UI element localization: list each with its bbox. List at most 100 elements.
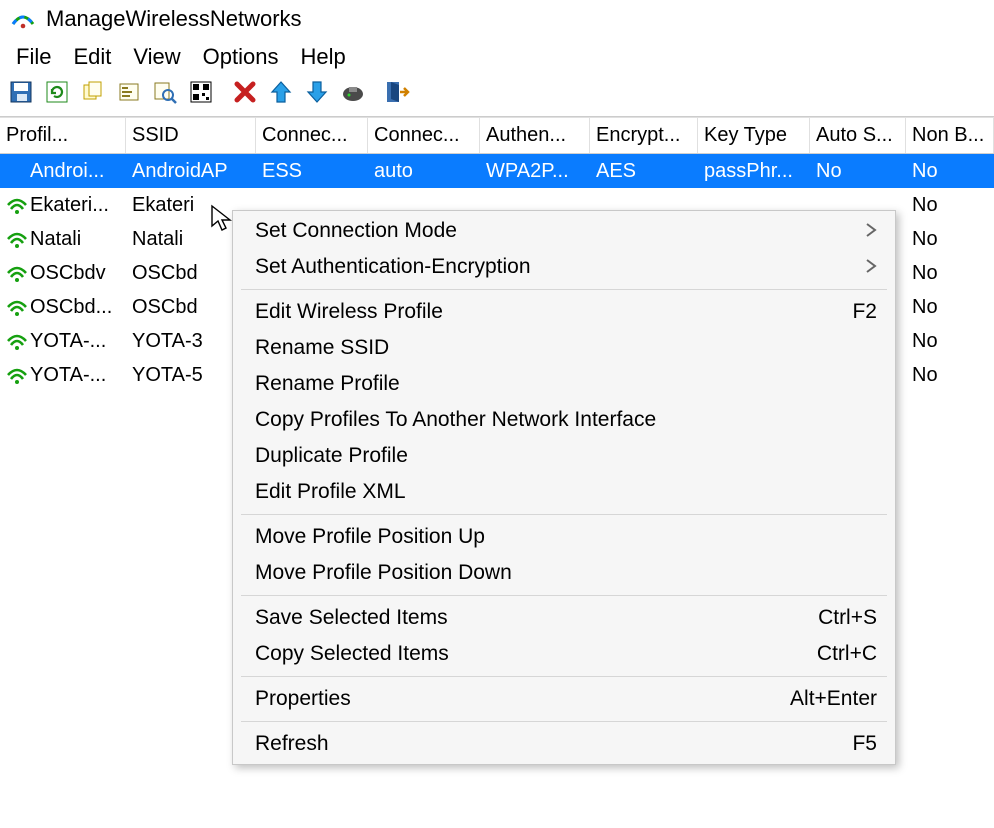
cm-rename-profile[interactable]: Rename Profile (233, 366, 895, 402)
move-down-button[interactable] (300, 78, 334, 112)
column-header[interactable]: Authen... (480, 118, 590, 153)
properties-icon (116, 79, 142, 111)
refresh-button[interactable] (40, 78, 74, 112)
cell: Ekateri... (0, 192, 126, 219)
cm-move-profile-position-down[interactable]: Move Profile Position Down (233, 555, 895, 591)
cell: No (906, 328, 994, 355)
cell-text: OSCbd... (30, 296, 112, 318)
cm-set-connection-mode[interactable]: Set Connection Mode (233, 213, 895, 249)
connect-button[interactable] (336, 78, 370, 112)
find-button[interactable] (148, 78, 182, 112)
cell-text: YOTA-3 (132, 330, 203, 352)
cell: Androi... (0, 158, 126, 185)
context-menu-separator (241, 289, 887, 290)
cell-text: Ekateri (132, 194, 194, 216)
context-menu-separator (241, 514, 887, 515)
move-up-icon (268, 79, 294, 111)
cell-text: No (912, 228, 938, 250)
cell (810, 203, 906, 207)
delete-button[interactable] (228, 78, 262, 112)
cell (698, 203, 810, 207)
refresh-icon (44, 79, 70, 111)
column-header[interactable]: Auto S... (810, 118, 906, 153)
cell-text: No (912, 262, 938, 284)
context-menu-label: Set Authentication-Encryption (255, 255, 865, 279)
cm-copy-profiles-to-another-network-interface[interactable]: Copy Profiles To Another Network Interfa… (233, 402, 895, 438)
cell-text: Natali (30, 228, 81, 250)
qr-button[interactable] (184, 78, 218, 112)
cm-duplicate-profile[interactable]: Duplicate Profile (233, 438, 895, 474)
cell: Natali (0, 226, 126, 253)
chevron-right-icon (865, 257, 877, 278)
wifi-icon (6, 194, 30, 216)
column-header[interactable]: Connec... (368, 118, 480, 153)
cell-text: No (912, 330, 938, 352)
cm-refresh[interactable]: RefreshF5 (233, 726, 895, 762)
cm-save-selected-items[interactable]: Save Selected ItemsCtrl+S (233, 600, 895, 636)
app-icon (10, 6, 36, 32)
column-header[interactable]: Non B... (906, 118, 994, 153)
menu-file[interactable]: File (6, 42, 61, 72)
cm-edit-profile-xml[interactable]: Edit Profile XML (233, 474, 895, 510)
toolbar (0, 76, 994, 117)
cm-move-profile-position-up[interactable]: Move Profile Position Up (233, 519, 895, 555)
cell: No (906, 226, 994, 253)
connect-icon (340, 79, 366, 111)
context-menu-separator (241, 595, 887, 596)
cell (368, 203, 480, 207)
cell: OSCbdv (0, 260, 126, 287)
properties-button[interactable] (112, 78, 146, 112)
exit-button[interactable] (380, 78, 414, 112)
cell: No (906, 294, 994, 321)
context-menu-label: Edit Wireless Profile (255, 300, 852, 324)
cm-properties[interactable]: PropertiesAlt+Enter (233, 681, 895, 717)
cell: auto (368, 158, 480, 185)
table-row[interactable]: Androi...AndroidAPESSautoWPA2P...AESpass… (0, 154, 994, 188)
cell-text: No (912, 296, 938, 318)
column-header[interactable]: Encrypt... (590, 118, 698, 153)
cell: YOTA-... (0, 328, 126, 355)
move-down-icon (304, 79, 330, 111)
cell-text: ESS (262, 160, 302, 182)
column-header[interactable]: Key Type (698, 118, 810, 153)
cell-text: No (912, 194, 938, 216)
cell: YOTA-... (0, 362, 126, 389)
delete-icon (232, 79, 258, 111)
context-menu-label: Edit Profile XML (255, 480, 877, 504)
menu-help[interactable]: Help (291, 42, 356, 72)
cm-set-authentication-encryption[interactable]: Set Authentication-Encryption (233, 249, 895, 285)
column-header[interactable]: Connec... (256, 118, 368, 153)
context-menu-label: Duplicate Profile (255, 444, 877, 468)
cell: No (810, 158, 906, 185)
context-menu-label: Refresh (255, 732, 852, 756)
save-button[interactable] (4, 78, 38, 112)
cell-text: YOTA-... (30, 330, 106, 352)
cell-text: Androi... (30, 160, 104, 182)
cell-text: AES (596, 160, 636, 182)
context-menu-accelerator: F5 (852, 732, 877, 756)
cell-text: OSCbd (132, 262, 198, 284)
cm-rename-ssid[interactable]: Rename SSID (233, 330, 895, 366)
cell: No (906, 260, 994, 287)
menu-view[interactable]: View (123, 42, 190, 72)
cm-edit-wireless-profile[interactable]: Edit Wireless ProfileF2 (233, 294, 895, 330)
copy-button[interactable] (76, 78, 110, 112)
context-menu-separator (241, 721, 887, 722)
cell: AndroidAP (126, 158, 256, 185)
context-menu-label: Set Connection Mode (255, 219, 865, 243)
column-header[interactable]: SSID (126, 118, 256, 153)
menu-edit[interactable]: Edit (63, 42, 121, 72)
context-menu-label: Move Profile Position Down (255, 561, 877, 585)
cell-text: OSCbdv (30, 262, 106, 284)
cell (256, 203, 368, 207)
context-menu-label: Rename SSID (255, 336, 877, 360)
menu-options[interactable]: Options (193, 42, 289, 72)
context-menu-accelerator: F2 (852, 300, 877, 324)
move-up-button[interactable] (264, 78, 298, 112)
context-menu-separator (241, 676, 887, 677)
cell-text: AndroidAP (132, 160, 228, 182)
context-menu: Set Connection Mode Set Authentication-En… (232, 210, 896, 765)
cm-copy-selected-items[interactable]: Copy Selected ItemsCtrl+C (233, 636, 895, 672)
column-header[interactable]: Profil... (0, 118, 126, 153)
cell-text: passPhr... (704, 160, 793, 182)
